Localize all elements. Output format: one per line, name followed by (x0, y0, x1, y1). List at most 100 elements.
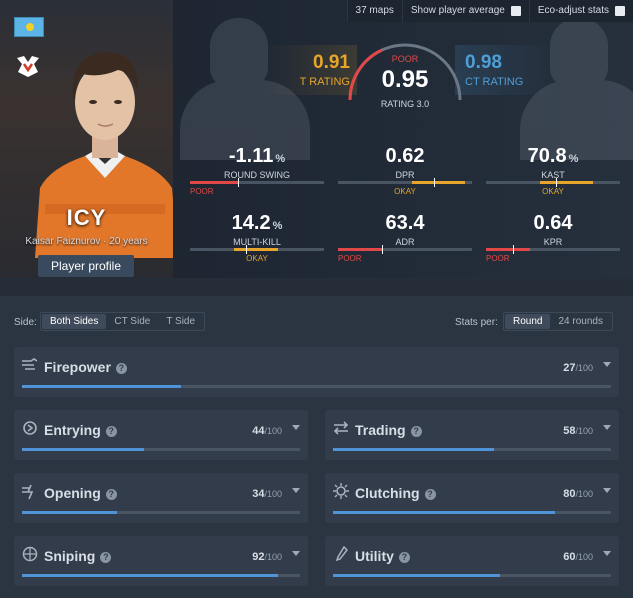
chevron-down-icon[interactable] (603, 362, 611, 367)
card-utility[interactable]: Utility? 60/100 (325, 536, 619, 586)
card-progress-bar (22, 448, 300, 451)
stat-bar-marker (238, 178, 240, 187)
stat-bar (190, 178, 324, 187)
stat-unit: % (272, 220, 283, 232)
help-icon[interactable]: ? (424, 489, 436, 500)
stat-unit: % (275, 153, 286, 165)
card-title: Sniping? (44, 548, 112, 564)
help-icon[interactable]: ? (105, 489, 117, 500)
stat-value: 0.64 (486, 212, 620, 236)
card-clutching[interactable]: Clutching? 80/100 (325, 473, 619, 523)
stats-per-label: Stats per: (455, 317, 498, 328)
card-score-max: /100 (264, 489, 282, 499)
stats-per-filter: Round 24 rounds (503, 312, 613, 331)
ct-rating: 0.98 CT RATING (465, 52, 555, 88)
help-icon[interactable]: ? (105, 426, 117, 437)
stat-round-swing: -1.11% ROUND SWING POOR (190, 145, 324, 197)
side-both-button[interactable]: Both Sides (42, 314, 107, 329)
card-title: Clutching? (355, 485, 436, 501)
eco-adjust-label: Eco-adjust stats (537, 5, 609, 16)
eco-adjust-toggle[interactable]: Eco-adjust stats (528, 0, 633, 22)
card-score: 44/100 (252, 425, 282, 437)
side-t-button[interactable]: T Side (158, 314, 203, 329)
stats-hero: ICY Kaisar Faiznurov · 20 years Player p… (0, 0, 633, 278)
card-score-value: 60 (563, 551, 576, 563)
chevron-down-icon[interactable] (292, 425, 300, 430)
stat-bar (190, 245, 324, 254)
stat-label: ROUND SWING (224, 170, 290, 180)
stat-value-number: -1.11 (228, 145, 274, 167)
stat-bar (486, 245, 620, 254)
card-progress-fill (333, 511, 556, 514)
card-trading[interactable]: Trading? 58/100 (325, 410, 619, 460)
stat-bar (338, 245, 472, 254)
card-title: Firepower? (44, 359, 127, 375)
sniping-icon (22, 546, 38, 562)
show-average-checkbox[interactable] (510, 6, 521, 16)
opening-icon (22, 484, 34, 499)
card-score: 92/100 (252, 551, 282, 563)
card-sniping[interactable]: Sniping? 92/100 (14, 536, 308, 586)
stat-value: 63.4 (338, 212, 472, 236)
chevron-down-icon[interactable] (603, 488, 611, 493)
card-score-value: 27 (563, 362, 576, 374)
card-score: 58/100 (563, 425, 593, 437)
firepower-icon (22, 358, 38, 370)
card-title-text: Firepower (44, 359, 111, 375)
card-progress-bar (333, 511, 611, 514)
chevron-down-icon[interactable] (603, 425, 611, 430)
player-nickname: ICY (66, 205, 107, 230)
card-entrying[interactable]: Entrying? 44/100 (14, 410, 308, 460)
stat-label: DPR (395, 170, 415, 180)
card-progress-fill (333, 448, 495, 451)
chevron-down-icon[interactable] (603, 551, 611, 556)
player-panel: ICY Kaisar Faiznurov · 20 years Player p… (0, 0, 173, 278)
stat-bar-marker (555, 178, 557, 187)
help-icon[interactable]: ? (100, 552, 112, 563)
stat-bar-marker (434, 178, 436, 187)
card-title: Utility? (355, 548, 410, 564)
per-round-button[interactable]: Round (505, 314, 551, 329)
card-progress-fill (22, 574, 278, 577)
card-progress-bar (22, 574, 300, 577)
card-title: Trading? (355, 422, 422, 438)
stat-bar-marker (382, 245, 384, 254)
card-progress-fill (22, 448, 145, 451)
card-score-value: 92 (252, 551, 265, 563)
t-rating-value: 0.91 (313, 52, 350, 73)
show-average-label: Show player average (410, 5, 505, 16)
card-score-max: /100 (575, 552, 593, 562)
player-profile-button[interactable]: Player profile (38, 255, 134, 277)
show-player-average-toggle[interactable]: Show player average (401, 0, 529, 22)
stat-grade: POOR (190, 187, 214, 196)
stat-grade: OKAY (394, 187, 416, 196)
chevron-down-icon[interactable] (292, 551, 300, 556)
chevron-down-icon[interactable] (292, 488, 300, 493)
help-icon[interactable]: ? (398, 552, 410, 563)
card-title: Entrying? (44, 422, 117, 438)
per-24-rounds-button[interactable]: 24 rounds (550, 314, 610, 329)
stat-label: ADR (395, 237, 415, 247)
rating-grade: POOR (391, 54, 419, 64)
card-opening[interactable]: Opening? 34/100 (14, 473, 308, 523)
eco-adjust-checkbox[interactable] (615, 6, 625, 16)
stat-bar-fill (539, 181, 594, 184)
stat-label: KPR (543, 237, 563, 247)
card-score: 27/100 (563, 362, 593, 374)
card-score: 60/100 (563, 551, 593, 563)
stat-bar-fill (190, 181, 239, 184)
stat-bar (338, 178, 472, 187)
stat-label: MULTI-KILL (233, 237, 281, 247)
card-score-max: /100 (575, 363, 593, 373)
utility-icon (335, 546, 348, 562)
help-icon[interactable]: ? (410, 426, 422, 437)
card-title-text: Utility (355, 548, 394, 564)
top-options-bar: 37 maps Show player average Eco-adjust s… (346, 0, 633, 22)
stat-bar-marker (512, 245, 514, 254)
help-icon[interactable]: ? (115, 363, 127, 374)
stat-value-number: 0.62 (385, 145, 425, 167)
card-firepower[interactable]: Firepower? 27/100 (14, 347, 619, 397)
stat-bar (486, 178, 620, 187)
card-score-max: /100 (575, 489, 593, 499)
side-ct-button[interactable]: CT Side (106, 314, 158, 329)
